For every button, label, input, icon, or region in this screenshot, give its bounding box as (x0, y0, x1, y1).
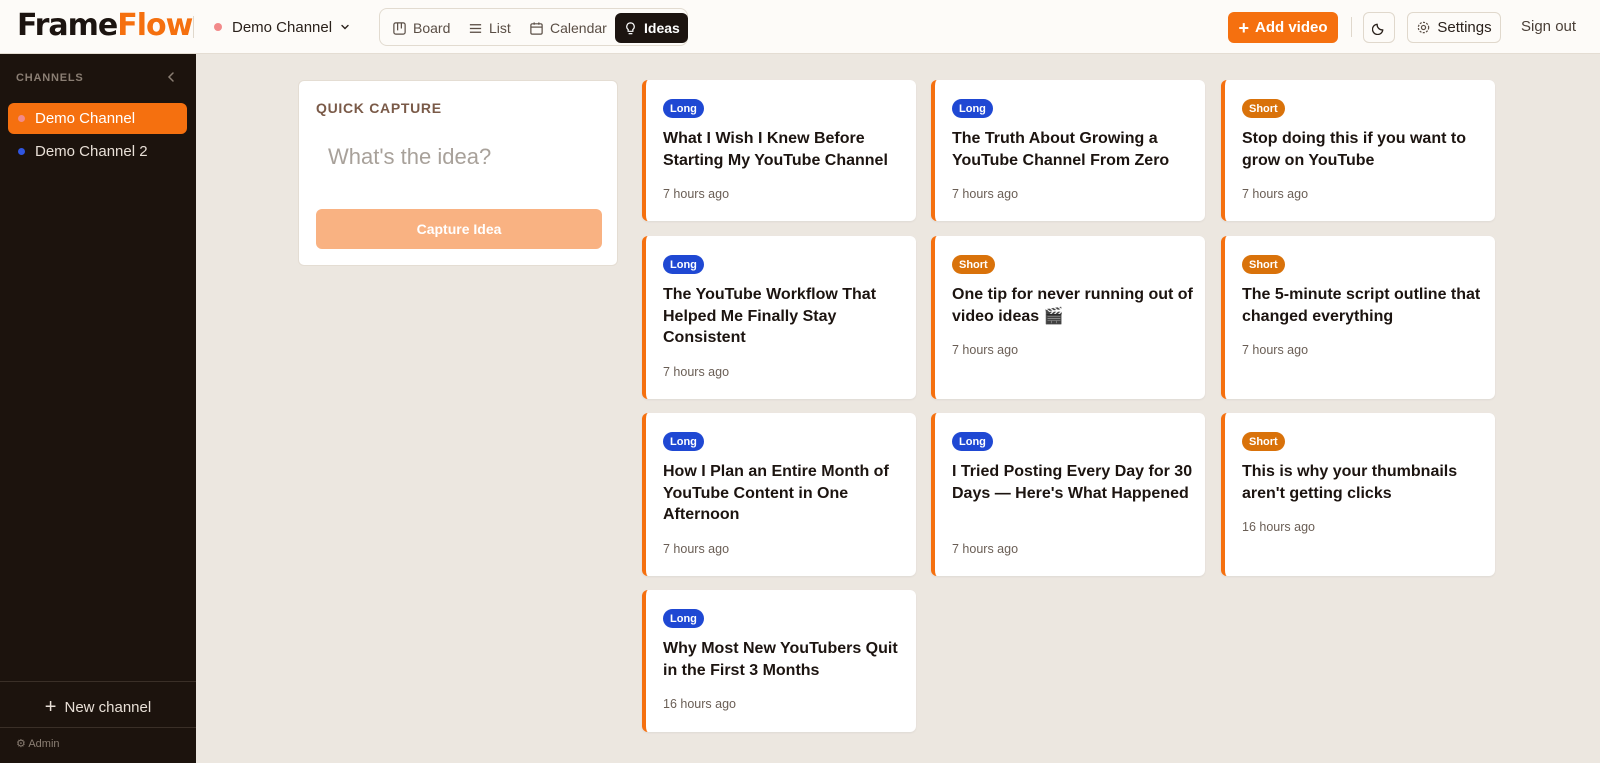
gear-icon (1418, 21, 1430, 34)
tab-board[interactable]: Board (384, 13, 458, 43)
new-channel-button[interactable]: + New channel (0, 694, 196, 720)
sidebar-divider (0, 727, 196, 728)
channel-color-dot (214, 23, 222, 31)
idea-timestamp: 16 hours ago (663, 697, 736, 711)
channel-switcher[interactable]: Demo Channel (214, 16, 350, 38)
format-badge: Short (1242, 432, 1285, 451)
idea-card[interactable]: Long What I Wish I Knew Before Starting … (642, 80, 916, 221)
idea-timestamp: 7 hours ago (952, 542, 1019, 556)
sidebar-item-label: Demo Channel 2 (35, 143, 148, 160)
app-logo[interactable]: FrameFlow (17, 8, 193, 43)
chevron-down-icon (341, 24, 349, 30)
sidebar-item-label: Demo Channel (35, 110, 136, 127)
channel-color-dot (18, 148, 25, 155)
capture-idea-button[interactable]: Capture Idea (316, 209, 602, 249)
idea-title: One tip for never running out of video i… (952, 286, 1193, 325)
idea-card[interactable]: Short The 5-minute script outline that c… (1221, 236, 1495, 399)
sidebar-item-demo-channel-2[interactable]: Demo Channel 2 (8, 136, 187, 167)
format-badge: Long (663, 432, 704, 451)
admin-label: Admin (28, 738, 60, 750)
idea-timestamp: 7 hours ago (952, 187, 1019, 201)
idea-card[interactable]: Short Stop doing this if you want to gro… (1221, 80, 1495, 221)
channel-color-dot (18, 115, 25, 122)
channel-switcher-label: Demo Channel (232, 18, 333, 36)
idea-card[interactable]: Long I Tried Posting Every Day for 30 Da… (931, 413, 1205, 576)
board-icon (393, 21, 406, 35)
header-divider-right (1351, 17, 1352, 37)
chevron-left-icon[interactable] (164, 70, 178, 84)
idea-title: This is why your thumbnails aren't getti… (1242, 463, 1458, 502)
idea-title: The Truth About Growing a YouTube Channe… (952, 130, 1170, 169)
idea-timestamp: 7 hours ago (952, 343, 1019, 357)
idea-card[interactable]: Long The Truth About Growing a YouTube C… (931, 80, 1205, 221)
idea-timestamp: 16 hours ago (1242, 520, 1315, 534)
lightbulb-icon (626, 21, 635, 34)
idea-timestamp: 7 hours ago (1242, 343, 1309, 357)
idea-card[interactable]: Short One tip for never running out of v… (931, 236, 1205, 399)
idea-card[interactable]: Long How I Plan an Entire Month of YouTu… (642, 413, 916, 576)
idea-title: Why Most New YouTubers Quit in the First… (663, 640, 898, 679)
idea-input[interactable] (316, 137, 602, 177)
idea-card[interactable]: Long The YouTube Workflow That Helped Me… (642, 236, 916, 399)
idea-timestamp: 7 hours ago (663, 542, 730, 556)
gear-icon: ⚙ (16, 738, 26, 750)
header-divider (193, 16, 194, 38)
sign-out-link[interactable]: Sign out (1521, 18, 1576, 35)
tab-list-label: List (489, 20, 511, 36)
list-icon (469, 23, 482, 33)
theme-toggle-button[interactable] (1363, 12, 1395, 43)
sidebar: CHANNELS Demo Channel Demo Channel 2 + N… (0, 54, 196, 763)
tab-ideas[interactable]: Ideas (615, 13, 688, 43)
format-badge: Long (663, 609, 704, 628)
idea-card[interactable]: Short This is why your thumbnails aren't… (1221, 413, 1495, 576)
quick-capture-title: QUICK CAPTURE (316, 100, 442, 116)
format-badge: Long (952, 432, 993, 451)
settings-label: Settings (1437, 19, 1492, 36)
moon-icon (1371, 23, 1383, 35)
top-header: FrameFlow Demo Channel Board List Calend… (0, 0, 1600, 54)
quick-capture-panel: QUICK CAPTURE Capture Idea (298, 80, 618, 266)
idea-timestamp: 7 hours ago (1242, 187, 1309, 201)
sidebar-item-demo-channel[interactable]: Demo Channel (8, 103, 187, 134)
plus-icon: + (44, 696, 57, 718)
idea-title: How I Plan an Entire Month of YouTube Co… (663, 463, 889, 523)
format-badge: Long (663, 99, 704, 118)
add-video-button[interactable]: + Add video (1228, 12, 1338, 43)
format-badge: Long (952, 99, 993, 118)
format-badge: Short (1242, 255, 1285, 274)
view-tabs: Board List Calendar Ideas (379, 8, 688, 46)
format-badge: Short (952, 255, 995, 274)
idea-card[interactable]: Long Why Most New YouTubers Quit in the … (642, 590, 916, 732)
idea-title: Stop doing this if you want to grow on Y… (1242, 130, 1466, 169)
tab-board-label: Board (413, 20, 451, 36)
format-badge: Long (663, 255, 704, 274)
tab-list[interactable]: List (460, 13, 519, 43)
format-badge: Short (1242, 99, 1285, 118)
idea-title: I Tried Posting Every Day for 30 Days — … (952, 463, 1193, 502)
plus-icon: + (1238, 17, 1249, 38)
idea-timestamp: 7 hours ago (663, 187, 730, 201)
idea-title: The 5-minute script outline that changed… (1242, 286, 1481, 325)
idea-title: The YouTube Workflow That Helped Me Fina… (663, 286, 877, 346)
calendar-icon (530, 21, 543, 35)
channels-heading: CHANNELS (16, 72, 84, 84)
sidebar-divider (0, 681, 196, 682)
tab-ideas-label: Ideas (644, 20, 680, 36)
add-video-label: Add video (1255, 19, 1328, 36)
idea-title: What I Wish I Knew Before Starting My Yo… (663, 130, 888, 169)
admin-link[interactable]: ⚙ Admin (16, 737, 60, 750)
settings-button[interactable]: Settings (1407, 12, 1501, 43)
idea-timestamp: 7 hours ago (663, 365, 730, 379)
tab-calendar[interactable]: Calendar (521, 13, 615, 43)
new-channel-label: New channel (64, 698, 152, 716)
tab-calendar-label: Calendar (550, 20, 607, 36)
